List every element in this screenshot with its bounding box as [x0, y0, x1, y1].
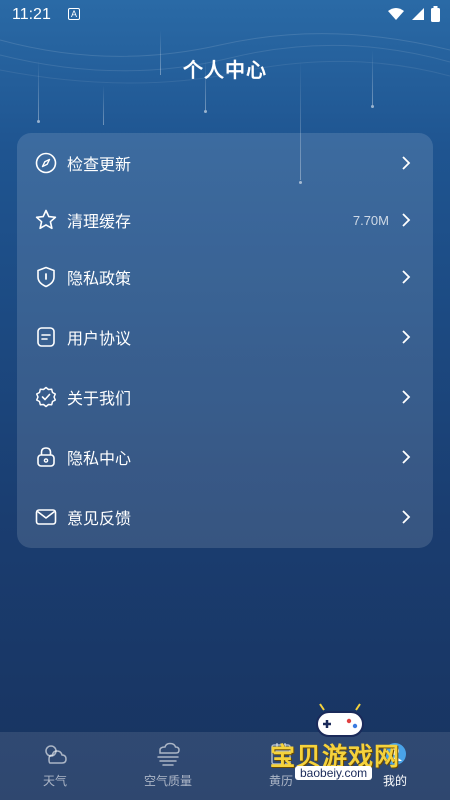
rain-drop: [204, 110, 207, 113]
menu-item-label: 检查更新: [67, 157, 132, 174]
lock-icon: [35, 446, 57, 468]
chevron-right-icon: [399, 270, 413, 284]
page-title: 个人中心: [183, 60, 267, 82]
menu-item-clear-cache[interactable]: 清理缓存 7.70M: [17, 192, 433, 248]
tab-label: 天气: [42, 774, 67, 788]
menu-item-label: 关于我们: [67, 391, 132, 408]
menu-item-label: 清理缓存: [67, 214, 132, 231]
rain-drop: [371, 105, 374, 108]
tab-label: 空气质量: [143, 774, 192, 788]
menu-item-label: 意见反馈: [67, 511, 132, 528]
menu-item-check-update[interactable]: 检查更新: [17, 135, 433, 191]
chevron-right-icon: [399, 156, 413, 170]
menu-item-privacy-center[interactable]: 隐私中心: [17, 429, 433, 485]
watermark: 宝贝游戏网 baobeiy.com: [270, 700, 445, 790]
notification-a-icon: A: [68, 8, 80, 20]
shield-icon: [35, 266, 57, 288]
badge-check-icon: [35, 386, 57, 408]
menu-item-label: 隐私政策: [67, 271, 132, 288]
tab-weather[interactable]: 天气: [10, 740, 100, 789]
menu-item-label: 隐私中心: [67, 451, 132, 468]
chevron-right-icon: [399, 213, 413, 227]
signal-icon: [412, 8, 424, 20]
battery-icon: [431, 6, 440, 22]
settings-menu-card: 检查更新 清理缓存 7.70M 隐私政策 用户协议 关于我们 隐私中心 意见反馈: [17, 133, 433, 548]
chevron-right-icon: [399, 450, 413, 464]
menu-item-feedback[interactable]: 意见反馈: [17, 489, 433, 545]
chevron-right-icon: [399, 510, 413, 524]
mail-icon: [35, 506, 57, 528]
menu-item-about-us[interactable]: 关于我们: [17, 369, 433, 425]
compass-icon: [35, 152, 57, 174]
air-quality-icon: [154, 740, 182, 768]
rain-streak: [103, 85, 104, 125]
status-right-icons: [387, 6, 440, 22]
cache-size-value: 7.70M: [352, 212, 389, 228]
menu-item-user-agreement[interactable]: 用户协议: [17, 309, 433, 365]
rain-drop: [37, 120, 40, 123]
game-controller-mascot-icon: [316, 703, 364, 737]
wifi-icon: [388, 8, 404, 20]
watermark-url: baobeiy.com: [295, 766, 373, 780]
tab-air-quality[interactable]: 空气质量: [123, 740, 213, 789]
status-time: 11:21: [12, 6, 51, 23]
chevron-right-icon: [399, 390, 413, 404]
menu-item-privacy-policy[interactable]: 隐私政策: [17, 249, 433, 305]
weather-icon: [41, 740, 69, 768]
menu-item-label: 用户协议: [67, 331, 132, 348]
status-bar: 11:21 A: [0, 0, 450, 30]
chevron-right-icon: [399, 330, 413, 344]
document-icon: [35, 326, 57, 348]
star-icon: [35, 209, 57, 231]
